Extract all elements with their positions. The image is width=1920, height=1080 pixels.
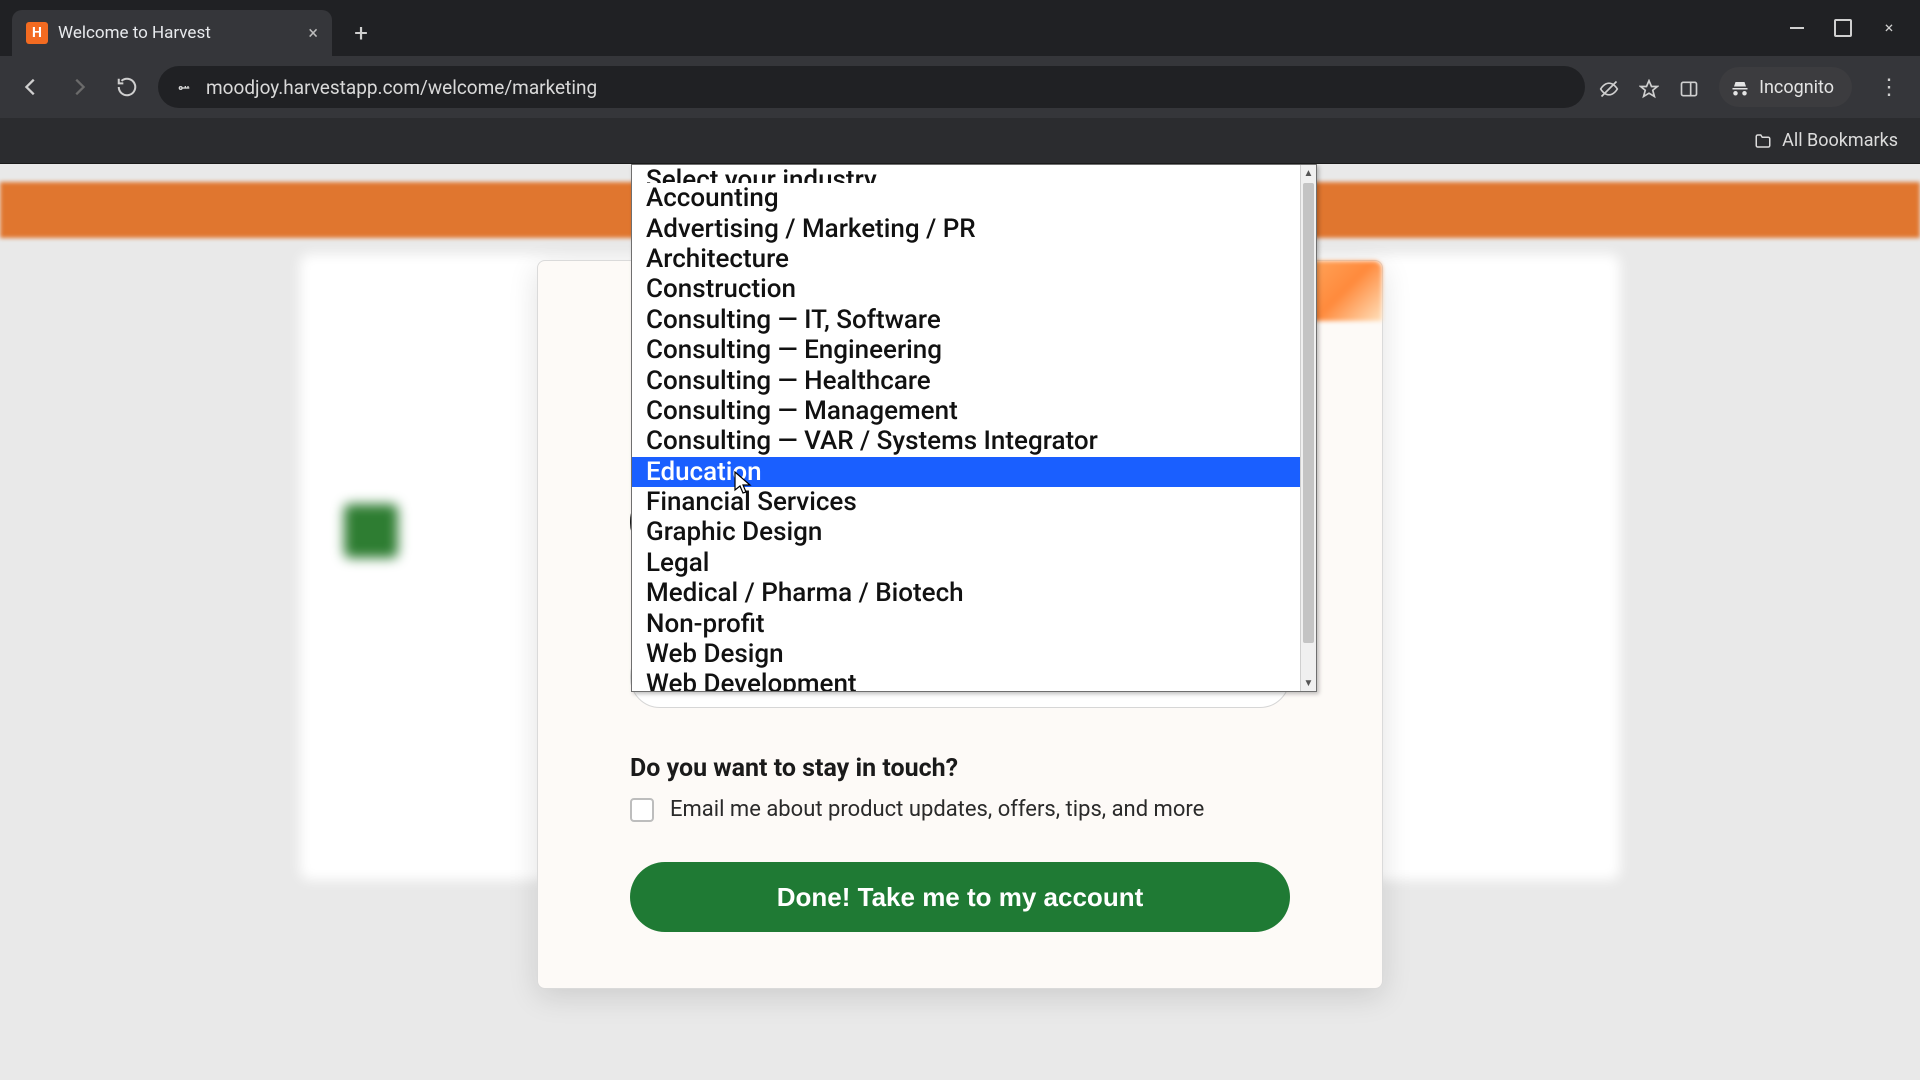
browser-toolbar: moodjoy.harvestapp.com/welcome/marketing… <box>0 56 1920 118</box>
folder-icon <box>1754 130 1772 151</box>
industry-option[interactable]: Web Development <box>632 669 1300 691</box>
industry-option[interactable]: Architecture <box>632 244 1300 274</box>
industry-option[interactable]: Medical / Pharma / Biotech <box>632 578 1300 608</box>
industry-option[interactable]: Financial Services <box>632 487 1300 517</box>
all-bookmarks-button[interactable]: All Bookmarks <box>1782 130 1898 151</box>
industry-option[interactable]: Accounting <box>632 183 1300 213</box>
window-minimize-icon[interactable] <box>1788 19 1806 37</box>
industry-option[interactable]: Construction <box>632 274 1300 304</box>
industry-option[interactable]: Consulting — Healthcare <box>632 365 1300 395</box>
industry-option[interactable]: Consulting — IT, Software <box>632 305 1300 335</box>
industry-option[interactable]: Graphic Design <box>632 517 1300 547</box>
browser-tab-strip: H Welcome to Harvest × + × <box>0 0 1920 56</box>
tab-title: Welcome to Harvest <box>58 23 211 43</box>
industry-dropdown-list[interactable]: Select your industry...AccountingAdverti… <box>631 164 1317 692</box>
industry-option[interactable]: Select your industry... <box>632 165 1300 183</box>
dropdown-scrollbar[interactable]: ▲ ▼ <box>1300 165 1316 691</box>
nav-reload-button[interactable] <box>110 70 144 104</box>
stay-in-touch-label: Do you want to stay in touch? <box>630 754 1290 783</box>
done-button[interactable]: Done! Take me to my account <box>630 862 1290 932</box>
tab-close-icon[interactable]: × <box>308 23 318 44</box>
email-updates-checkbox[interactable] <box>630 798 654 822</box>
browser-menu-icon[interactable]: ⋮ <box>1872 75 1906 100</box>
incognito-icon <box>1731 77 1749 98</box>
new-tab-button[interactable]: + <box>342 14 380 52</box>
nav-forward-button[interactable] <box>62 70 96 104</box>
incognito-badge[interactable]: Incognito <box>1719 67 1852 107</box>
window-close-icon[interactable]: × <box>1880 19 1898 37</box>
nav-back-button[interactable] <box>14 70 48 104</box>
scrollbar-thumb[interactable] <box>1303 183 1314 643</box>
industry-option[interactable]: Consulting — Management <box>632 396 1300 426</box>
scroll-down-icon[interactable]: ▼ <box>1301 675 1316 691</box>
browser-tab[interactable]: H Welcome to Harvest × <box>12 10 332 56</box>
industry-option[interactable]: Web Design <box>632 639 1300 669</box>
industry-option[interactable]: Advertising / Marketing / PR <box>632 213 1300 243</box>
url-text: moodjoy.harvestapp.com/welcome/marketing <box>206 76 597 99</box>
email-updates-label: Email me about product updates, offers, … <box>670 797 1204 822</box>
industry-option[interactable]: Consulting — Engineering <box>632 335 1300 365</box>
site-info-icon[interactable] <box>176 78 192 97</box>
side-panel-icon[interactable] <box>1679 75 1699 99</box>
page-viewport: Select your industry... How did you hear… <box>0 164 1920 1080</box>
scroll-up-icon[interactable]: ▲ <box>1301 165 1316 181</box>
tab-favicon: H <box>26 22 48 44</box>
industry-option[interactable]: Consulting — VAR / Systems Integrator <box>632 426 1300 456</box>
bookmark-star-icon[interactable] <box>1639 75 1659 99</box>
industry-option[interactable]: Non-profit <box>632 608 1300 638</box>
industry-option[interactable]: Education <box>632 457 1300 487</box>
bookmarks-bar: All Bookmarks <box>0 118 1920 164</box>
address-bar[interactable]: moodjoy.harvestapp.com/welcome/marketing <box>158 66 1585 108</box>
incognito-label: Incognito <box>1759 77 1834 98</box>
eye-off-icon[interactable] <box>1599 75 1619 99</box>
window-maximize-icon[interactable] <box>1834 19 1852 37</box>
window-controls: × <box>1788 0 1920 56</box>
industry-option[interactable]: Legal <box>632 548 1300 578</box>
